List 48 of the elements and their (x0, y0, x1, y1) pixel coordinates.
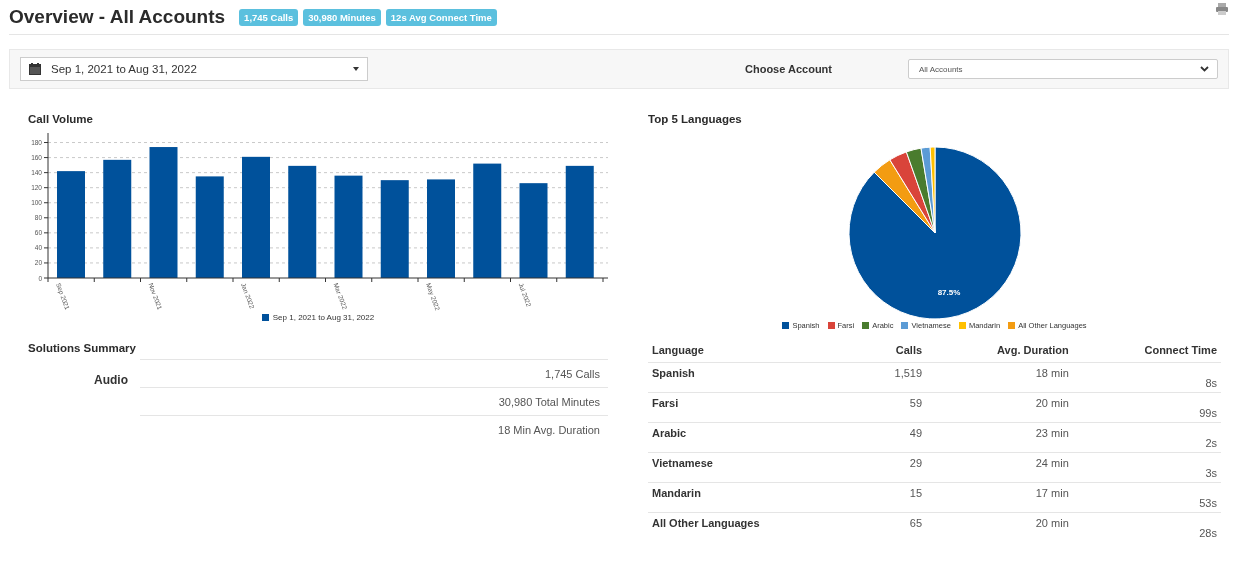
calendar-icon (29, 63, 41, 75)
table-cell: 15 (860, 482, 927, 513)
table-cell: 53s (1072, 482, 1221, 513)
column-header: Calls (860, 340, 927, 363)
slice-label: 87.5% (937, 287, 960, 297)
table-cell: 20 min (926, 512, 1073, 542)
table-cell: 99s (1072, 392, 1221, 423)
table-cell: 17 min (926, 482, 1073, 513)
caret-icon (353, 67, 359, 71)
table-cell: Mandarin (648, 482, 861, 513)
table-cell: All Other Languages (648, 512, 861, 542)
summary-label: Audio (93, 372, 129, 389)
page-title: Overview - All Accounts (9, 6, 226, 28)
table-cell: 65 (860, 512, 927, 542)
column-header: Avg. Duration (926, 340, 1073, 363)
table-cell: 49 (860, 422, 927, 453)
date-range-dropdown[interactable]: Sep 1, 2021 to Aug 31, 2022 (20, 57, 368, 81)
printer-icon[interactable] (1215, 2, 1229, 16)
account-label: Choose Account (745, 63, 833, 75)
account-select[interactable]: All Accounts (908, 59, 1218, 79)
table-cell: Arabic (648, 422, 861, 453)
summary-value: 30,980 Total Minutes (498, 395, 600, 408)
table-cell: 1,519 (860, 362, 927, 393)
section-title: Top 5 Languages (648, 113, 743, 125)
section-title: Call Volume (28, 113, 94, 125)
stat-badge: 1,745 Calls (239, 8, 299, 26)
column-header: Connect Time (1072, 340, 1221, 363)
table-cell: 29 (860, 452, 927, 483)
summary-value: 18 Min Avg. Duration (498, 423, 600, 436)
stat-badge: 12s Avg Connect Time (385, 8, 497, 26)
table-cell: 20 min (926, 392, 1073, 423)
table-cell: 18 min (926, 362, 1073, 393)
table-cell: 59 (860, 392, 927, 423)
table-cell: 24 min (926, 452, 1073, 483)
table-cell: 3s (1072, 452, 1221, 483)
table-cell: 2s (1072, 422, 1221, 453)
summary-value: 1,745 Calls (544, 367, 600, 380)
column-header: Language (648, 340, 861, 363)
legend-label: Sep 1, 2021 to Aug 31, 2022 (272, 313, 375, 322)
table-cell: Farsi (648, 392, 861, 423)
table-cell: Spanish (648, 362, 861, 393)
stat-badge: 30,980 Minutes (303, 8, 381, 26)
table-cell: 8s (1072, 362, 1221, 393)
section-title: Solutions Summary (28, 342, 137, 354)
table-cell: 28s (1072, 512, 1221, 542)
table-cell: 23 min (926, 422, 1073, 453)
chevron-icon (1200, 66, 1209, 72)
table-cell: Vietnamese (648, 452, 861, 483)
